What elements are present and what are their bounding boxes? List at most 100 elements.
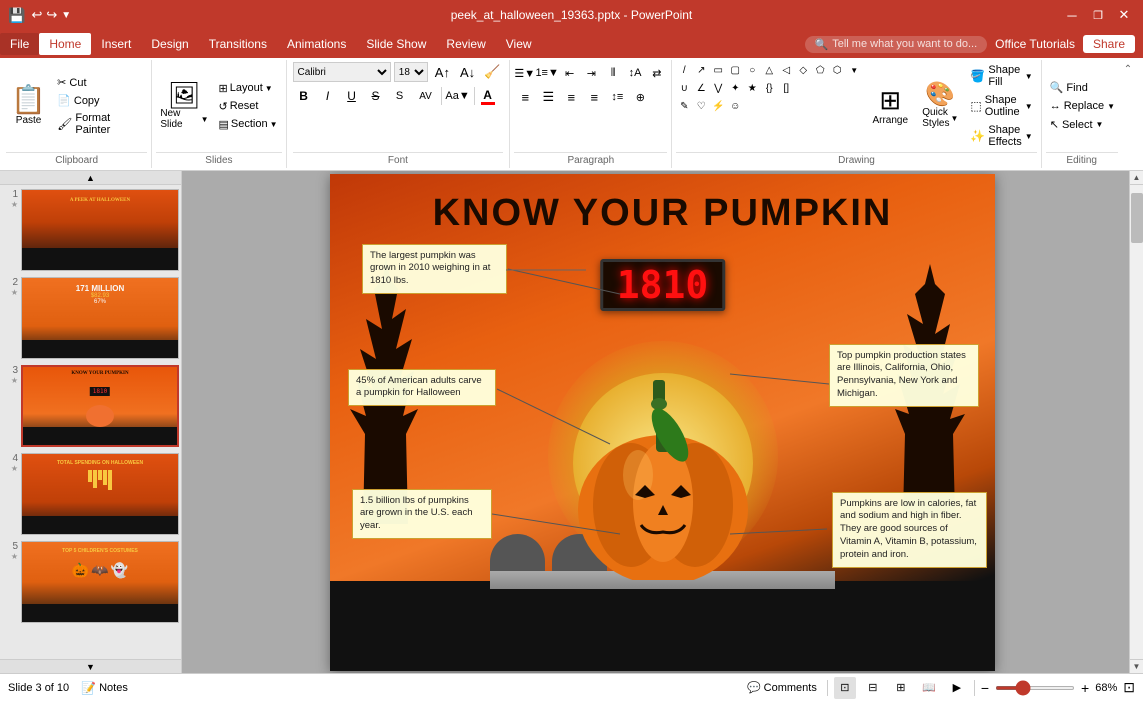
office-tutorials-btn[interactable]: Office Tutorials: [995, 37, 1075, 51]
shape-oval-btn[interactable]: ○: [744, 62, 760, 78]
bold-btn[interactable]: B: [293, 85, 315, 107]
customize-icon[interactable]: ▼: [61, 10, 71, 21]
shape-outline-btn[interactable]: ⬚ Shape Outline ▼: [966, 92, 1036, 120]
shape-rtri-btn[interactable]: ◁: [778, 62, 794, 78]
slide-thumb-1[interactable]: 1 ★ A PEEK AT HALLOWEEN: [2, 189, 179, 271]
shape-brace-btn[interactable]: []: [778, 80, 794, 96]
normal-view-btn[interactable]: ⊡: [834, 677, 856, 699]
slideshow-btn[interactable]: ▶: [946, 677, 968, 699]
align-left-btn[interactable]: ≡: [514, 86, 536, 108]
arrange-btn[interactable]: ⊞ Arrange: [866, 62, 914, 150]
menu-review[interactable]: Review: [436, 33, 495, 55]
minimize-btn[interactable]: ─: [1061, 4, 1083, 26]
notes-view-btn[interactable]: 📝 Notes: [77, 679, 132, 697]
menu-slideshow[interactable]: Slide Show: [356, 33, 436, 55]
menu-transitions[interactable]: Transitions: [199, 33, 277, 55]
shape-pent-btn[interactable]: ⬠: [812, 62, 828, 78]
outline-view-btn[interactable]: ⊟: [862, 677, 884, 699]
replace-btn[interactable]: ↔ Replace ▼: [1046, 98, 1118, 114]
numbering-btn[interactable]: 1≡▼: [536, 62, 558, 84]
comments-btn[interactable]: 💬 Comments: [743, 679, 821, 696]
restore-btn[interactable]: ❐: [1087, 4, 1109, 26]
font-increase-btn[interactable]: A↑: [431, 63, 454, 82]
font-color-btn[interactable]: A: [477, 85, 499, 107]
scroll-up-btn[interactable]: ▲: [1130, 171, 1143, 185]
align-right-btn[interactable]: ≡: [560, 86, 582, 108]
menu-home[interactable]: Home: [39, 33, 91, 55]
share-btn[interactable]: Share: [1083, 35, 1135, 53]
layout-btn[interactable]: ⊞ Layout ▼: [215, 80, 282, 97]
columns-btn[interactable]: ⫴: [603, 62, 624, 84]
char-spacing-btn[interactable]: AV: [413, 85, 439, 107]
shape-star4-btn[interactable]: ✦: [727, 80, 743, 96]
slide-thumb-2[interactable]: 2 ★ 171 MILLION $82.93 67%: [2, 277, 179, 359]
italic-btn[interactable]: I: [317, 85, 339, 107]
font-decrease-btn[interactable]: A↓: [457, 64, 478, 81]
shape-effects-btn[interactable]: ✨ Shape Effects ▼: [966, 122, 1036, 150]
menu-design[interactable]: Design: [141, 33, 198, 55]
shape-tri-btn[interactable]: △: [761, 62, 777, 78]
shape-rect-btn[interactable]: ▭: [710, 62, 726, 78]
shape-curve-btn[interactable]: ∪: [676, 80, 692, 96]
copy-btn[interactable]: 📄 Copy: [53, 92, 147, 109]
menu-insert[interactable]: Insert: [91, 33, 141, 55]
shape-line-btn[interactable]: /: [676, 62, 692, 78]
select-btn[interactable]: ↖ Select ▼: [1046, 116, 1118, 133]
shape-more-btn[interactable]: ▼: [846, 62, 862, 78]
shape-angle-btn[interactable]: ∠: [693, 80, 709, 96]
shape-chevron-btn[interactable]: ⋁: [710, 80, 726, 96]
scroll-down-btn[interactable]: ▼: [1130, 659, 1143, 673]
reset-btn[interactable]: ↺ Reset: [215, 98, 282, 115]
shape-lightning-btn[interactable]: ⚡: [710, 98, 726, 114]
increase-indent-btn[interactable]: ⇥: [581, 62, 602, 84]
menu-animations[interactable]: Animations: [277, 33, 356, 55]
text-convert-btn[interactable]: ⇄: [646, 62, 667, 84]
shape-arrow-btn[interactable]: ↗: [693, 62, 709, 78]
save-icon[interactable]: 💾: [8, 7, 25, 24]
close-btn[interactable]: ✕: [1113, 4, 1135, 26]
shape-fill-btn[interactable]: 🪣 Shape Fill ▼: [966, 62, 1036, 90]
slides-scroll-up[interactable]: ▲: [0, 171, 181, 185]
smartart-btn[interactable]: ⊕: [629, 86, 651, 108]
section-btn[interactable]: ▤ Section ▼: [215, 116, 282, 133]
find-btn[interactable]: 🔍 Find: [1046, 79, 1118, 96]
shape-heart-btn[interactable]: ♡: [693, 98, 709, 114]
undo-icon[interactable]: ↩: [31, 7, 42, 23]
text-direction-btn[interactable]: ↕A: [625, 62, 646, 84]
quick-styles-btn[interactable]: 🎨 Quick Styles ▼: [918, 62, 962, 150]
strikethrough-btn[interactable]: S: [365, 85, 387, 107]
menu-file[interactable]: File: [0, 33, 39, 55]
shape-diamond-btn[interactable]: ◇: [795, 62, 811, 78]
reading-view-btn[interactable]: 📖: [918, 677, 940, 699]
redo-icon[interactable]: ↪: [46, 7, 57, 23]
zoom-slider[interactable]: [995, 686, 1075, 690]
underline-btn[interactable]: U: [341, 85, 363, 107]
collapse-ribbon-btn[interactable]: ⌃: [1122, 62, 1141, 77]
shape-free-btn[interactable]: ✎: [676, 98, 692, 114]
justify-btn[interactable]: ≡: [583, 86, 605, 108]
format-painter-btn[interactable]: 🖌 Format Painter: [53, 110, 147, 138]
cut-btn[interactable]: ✂ Cut: [53, 74, 147, 91]
scroll-thumb-v[interactable]: [1131, 193, 1143, 243]
font-name-select[interactable]: Calibri: [293, 62, 391, 82]
align-center-btn[interactable]: ☰: [537, 86, 559, 108]
paste-btn[interactable]: 📋 Paste: [6, 62, 51, 150]
font-size-select[interactable]: 18: [394, 62, 428, 82]
new-slide-btn[interactable]: 🖼 New Slide ▼: [156, 62, 212, 150]
clear-format-btn[interactable]: 🧹: [481, 63, 503, 81]
menu-view[interactable]: View: [496, 33, 542, 55]
bullets-btn[interactable]: ☰▼: [514, 62, 535, 84]
help-search[interactable]: Tell me what you want to do...: [832, 38, 977, 50]
change-case-btn[interactable]: Aa▼: [444, 85, 472, 107]
shape-bracket-btn[interactable]: {}: [761, 80, 777, 96]
shadow-btn[interactable]: S: [389, 85, 411, 107]
zoom-out-btn[interactable]: −: [981, 680, 989, 696]
slide-thumb-3-active[interactable]: 3 ★ KNOW YOUR PUMPKIN 1810: [2, 365, 179, 447]
shape-star5-btn[interactable]: ★: [744, 80, 760, 96]
slides-scroll-down[interactable]: ▼: [0, 659, 181, 673]
slide-thumb-5[interactable]: 5 ★ TOP 5 CHILDREN'S COSTUMES 🎃 🦇 👻: [2, 541, 179, 623]
line-spacing-btn[interactable]: ↕≡: [606, 86, 628, 108]
zoom-in-btn[interactable]: +: [1081, 680, 1089, 696]
slide-sorter-btn[interactable]: ⊞: [890, 677, 912, 699]
fit-slide-btn[interactable]: ⊡: [1123, 679, 1135, 696]
